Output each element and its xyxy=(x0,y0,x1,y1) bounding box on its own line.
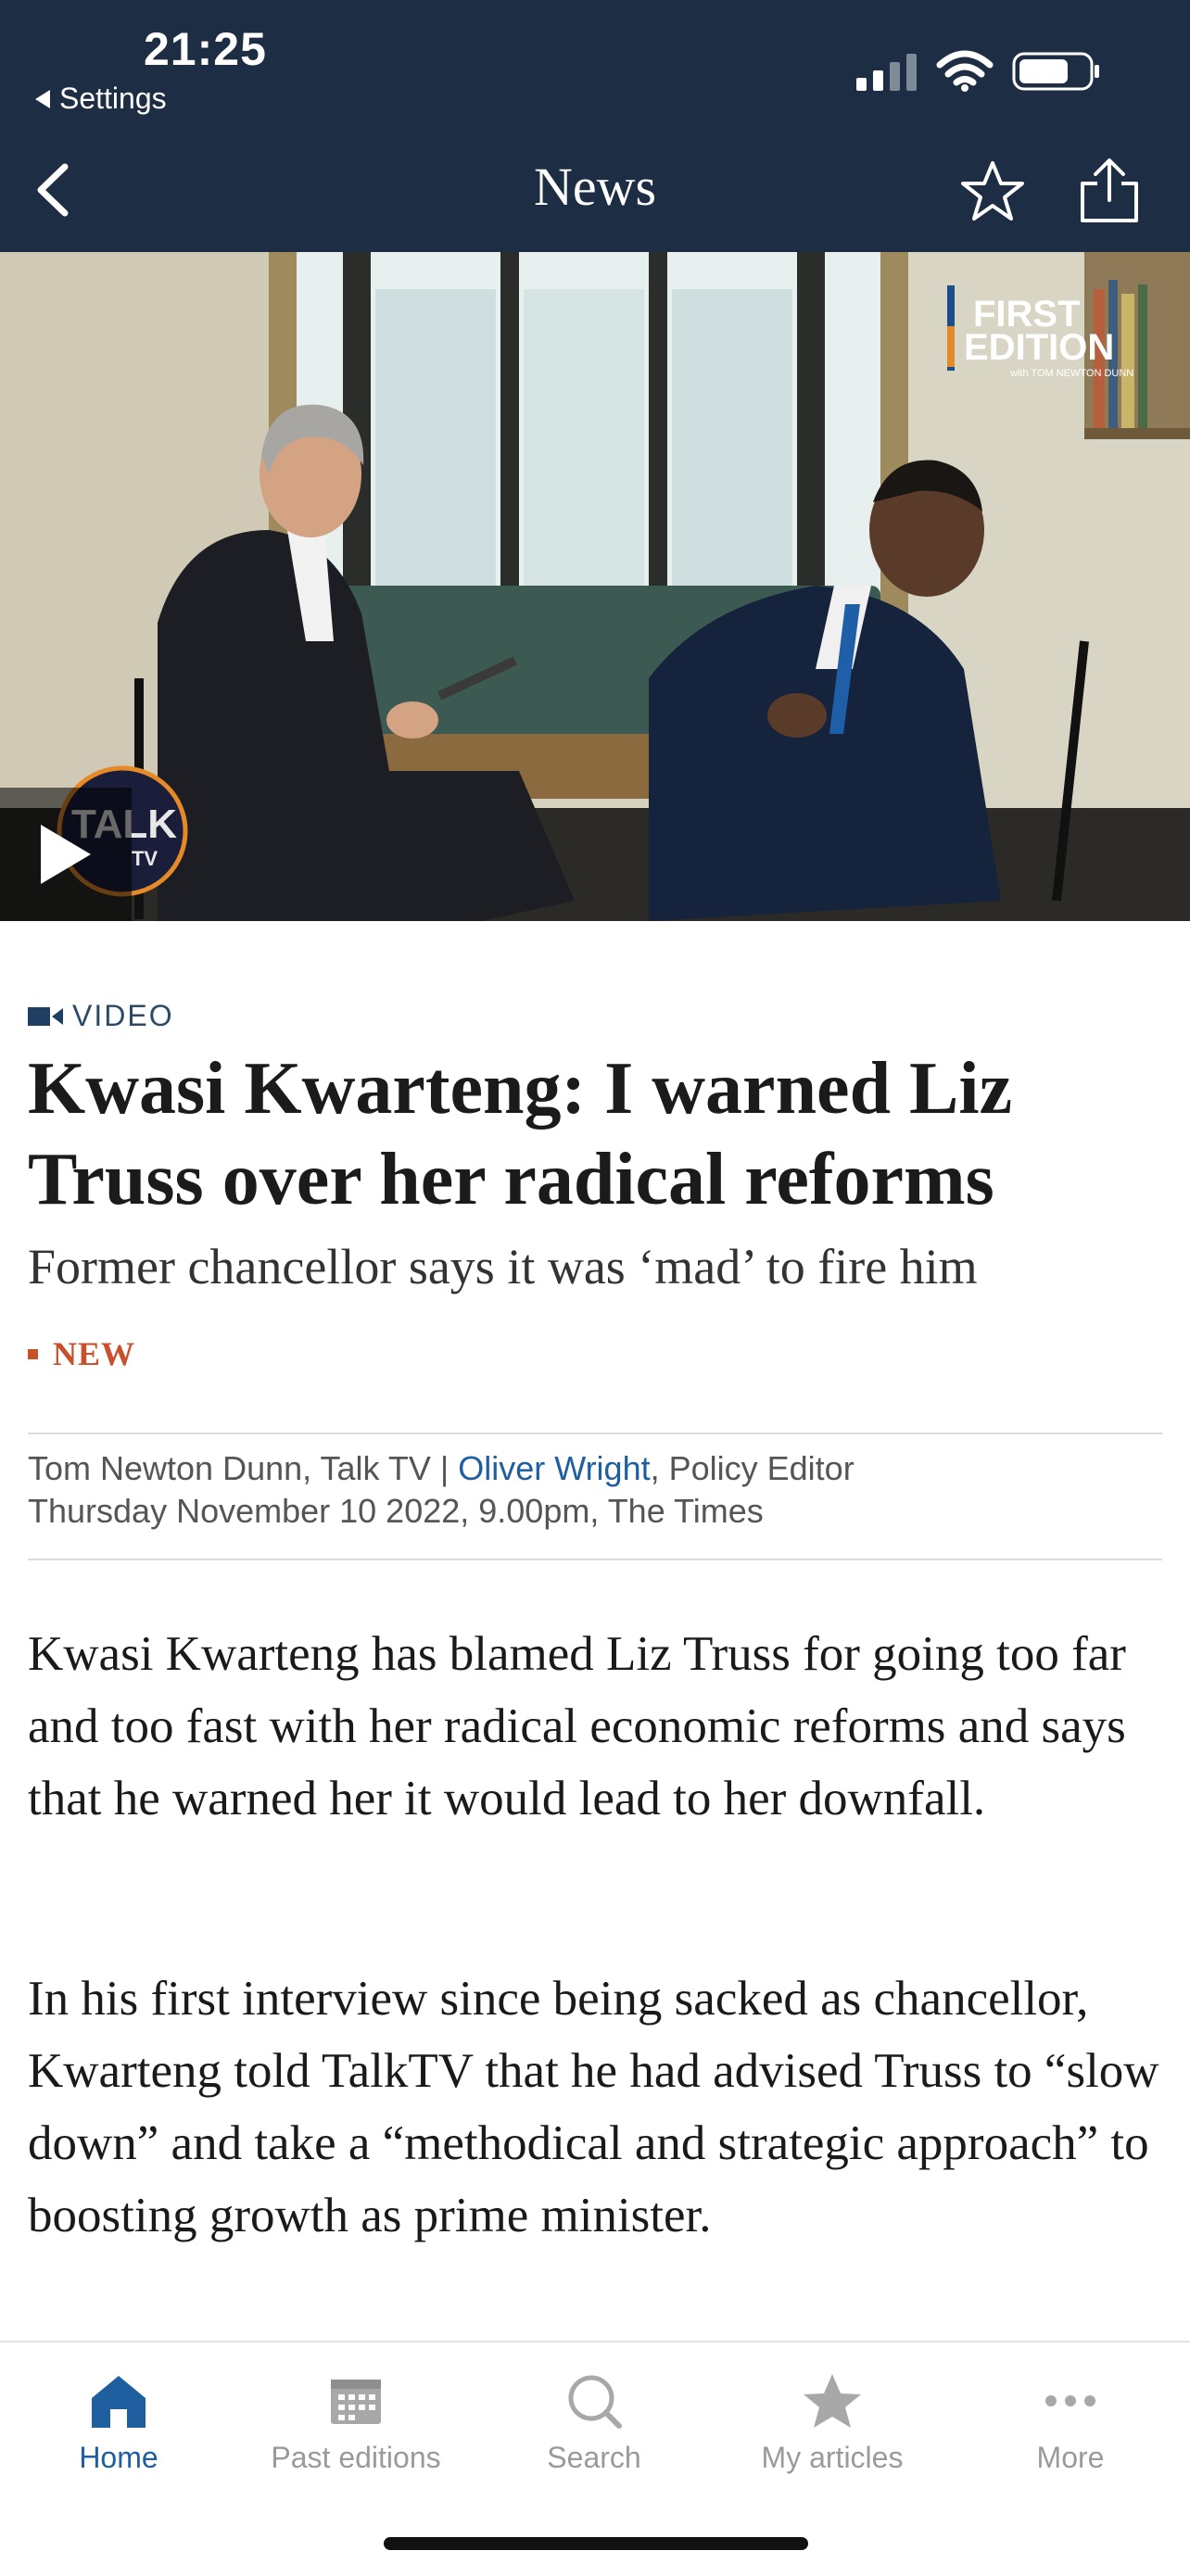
tab-search-label: Search xyxy=(547,2441,641,2474)
talk-logo-sub: TV xyxy=(132,847,158,870)
overlay-brand-edition: EDITION xyxy=(964,327,1114,368)
tab-my-articles-label: My articles xyxy=(761,2441,904,2474)
author-link[interactable]: Oliver Wright xyxy=(458,1449,650,1487)
back-to-app-link[interactable]: Settings xyxy=(35,82,167,116)
share-icon[interactable] xyxy=(1075,156,1144,226)
back-triangle-icon xyxy=(35,89,50,108)
back-app-label: Settings xyxy=(59,82,167,115)
article-paragraph: Kwasi Kwarteng has blamed Liz Truss for … xyxy=(28,1627,1126,1825)
new-badge: NEW xyxy=(28,1334,135,1373)
content-type-text: VIDEO xyxy=(72,999,174,1032)
more-icon xyxy=(1045,2395,1095,2406)
tab-my-articles[interactable]: My articles xyxy=(714,2342,951,2509)
overlay-brand-sub: with TOM NEWTON DUNN xyxy=(1009,368,1133,379)
byline: Tom Newton Dunn, Talk TV | Oliver Wright… xyxy=(28,1447,855,1533)
article-standfirst: Former chancellor says it was ‘mad’ to f… xyxy=(28,1239,978,1294)
new-badge-text: NEW xyxy=(53,1335,136,1372)
tab-home-label: Home xyxy=(79,2441,158,2474)
battery-icon xyxy=(1012,52,1099,91)
wifi-icon xyxy=(936,50,994,92)
tab-more[interactable]: More xyxy=(952,2342,1189,2509)
byline-top-divider xyxy=(28,1433,1162,1434)
tab-past-editions-label: Past editions xyxy=(271,2441,441,2474)
search-icon xyxy=(568,2375,622,2429)
tab-home[interactable]: Home xyxy=(0,2342,237,2509)
cellular-signal-icon xyxy=(856,54,917,91)
home-icon xyxy=(92,2376,146,2428)
tab-past-editions[interactable]: Past editions xyxy=(237,2342,475,2509)
app-header: 21:25 Settings News xyxy=(0,0,1190,252)
play-button[interactable] xyxy=(0,788,132,921)
byline-bottom-divider xyxy=(28,1559,1162,1560)
content-type-label: VIDEO xyxy=(28,999,174,1033)
bookmark-star-icon[interactable] xyxy=(959,158,1026,224)
tab-search[interactable]: Search xyxy=(475,2342,713,2509)
home-indicator[interactable] xyxy=(384,2537,808,2550)
byline-author-1: Tom Newton Dunn, Talk TV | xyxy=(28,1449,459,1487)
calendar-icon xyxy=(331,2380,381,2424)
article-headline: Kwasi Kwarteng: I warned Liz Truss over … xyxy=(28,1048,1013,1220)
status-time: 21:25 xyxy=(144,23,267,75)
play-icon xyxy=(41,825,91,884)
new-badge-marker xyxy=(28,1348,38,1359)
video-camera-icon xyxy=(28,1006,63,1026)
publish-date: Thursday November 10 2022, 9.00pm, The T… xyxy=(28,1492,764,1530)
article-paragraph: In his first interview since being sacke… xyxy=(28,1972,1159,2242)
author-role: , Policy Editor xyxy=(650,1449,855,1487)
back-chevron-icon[interactable] xyxy=(30,158,78,222)
star-icon xyxy=(804,2374,861,2428)
tab-more-label: More xyxy=(1036,2441,1105,2474)
